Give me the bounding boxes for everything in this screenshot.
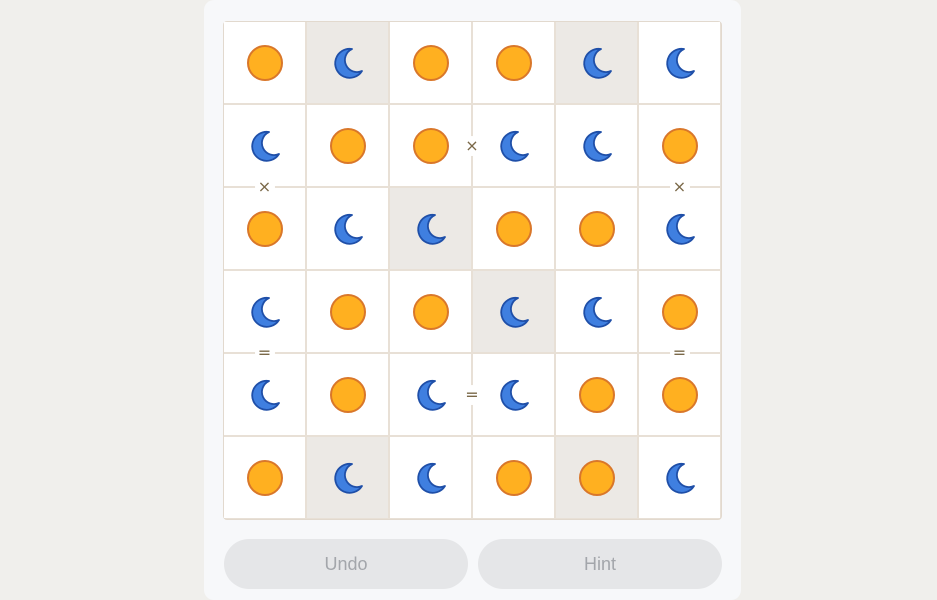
sun-icon [662,294,698,330]
moon-icon [666,213,695,245]
board-cell-r3-c5[interactable] [556,188,637,269]
board-cell-r2-c6[interactable] [639,105,720,186]
moon-icon [334,47,363,79]
sun-icon [413,45,449,81]
board-cell-r4-c5[interactable] [556,271,637,352]
moon-icon [500,296,529,328]
board-cell-r6-c3[interactable] [390,437,471,518]
board-cell-r4-c1[interactable] [224,271,305,352]
equal-constraint: = [462,384,482,405]
board-cell-r5-c3[interactable] [390,354,471,435]
equal-constraint: = [254,343,275,363]
moon-icon [251,130,280,162]
board-cell-r5-c4[interactable] [473,354,554,435]
sun-icon [579,377,615,413]
game-board: × × × = = = [223,21,722,520]
sun-icon [413,294,449,330]
board-cell-r3-c3 [390,188,471,269]
board-cell-r5-c1[interactable] [224,354,305,435]
hint-button[interactable]: Hint [478,539,722,589]
moon-icon [251,296,280,328]
board-cell-r2-c1[interactable] [224,105,305,186]
sun-icon [662,377,698,413]
board-cell-r6-c5 [556,437,637,518]
moon-icon [583,47,612,79]
board-cell-r6-c2 [307,437,388,518]
board-cell-r2-c3[interactable] [390,105,471,186]
moon-icon [251,379,280,411]
board-cell-r1-c3[interactable] [390,22,471,103]
board-cell-r2-c4[interactable] [473,105,554,186]
sun-icon [247,211,283,247]
board-cell-r1-c6[interactable] [639,22,720,103]
opposite-constraint: × [669,177,690,197]
board-cell-r1-c1[interactable] [224,22,305,103]
board-cell-r1-c2 [307,22,388,103]
moon-icon [334,462,363,494]
sun-icon [330,128,366,164]
opposite-constraint: × [254,177,275,197]
sun-icon [579,460,615,496]
board-cell-r4-c2[interactable] [307,271,388,352]
board-cell-r6-c1[interactable] [224,437,305,518]
sun-icon [579,211,615,247]
undo-button[interactable]: Undo [224,539,468,589]
moon-icon [583,296,612,328]
board-cell-r3-c2[interactable] [307,188,388,269]
sun-icon [330,294,366,330]
equal-constraint: = [669,343,690,363]
board-cell-r2-c5[interactable] [556,105,637,186]
board-cell-r1-c4[interactable] [473,22,554,103]
moon-icon [500,130,529,162]
board-cell-r4-c6[interactable] [639,271,720,352]
board-cell-r1-c5 [556,22,637,103]
moon-icon [334,213,363,245]
board-cell-r6-c6[interactable] [639,437,720,518]
board-cell-r3-c1[interactable] [224,188,305,269]
board-cell-r5-c5[interactable] [556,354,637,435]
moon-icon [500,379,529,411]
sun-icon [496,45,532,81]
board-cell-r2-c2[interactable] [307,105,388,186]
sun-icon [496,211,532,247]
sun-icon [413,128,449,164]
sun-icon [247,460,283,496]
board-cell-r4-c3[interactable] [390,271,471,352]
moon-icon [417,379,446,411]
board-cell-r4-c4 [473,271,554,352]
sun-icon [247,45,283,81]
sun-icon [496,460,532,496]
board-cell-r3-c6[interactable] [639,188,720,269]
opposite-constraint: × [462,135,482,156]
moon-icon [666,462,695,494]
sun-icon [330,377,366,413]
board-cell-r5-c6[interactable] [639,354,720,435]
moon-icon [417,462,446,494]
board-cell-r6-c4[interactable] [473,437,554,518]
moon-icon [666,47,695,79]
moon-icon [417,213,446,245]
board-cell-r5-c2[interactable] [307,354,388,435]
moon-icon [583,130,612,162]
board-cell-r3-c4[interactable] [473,188,554,269]
sun-icon [662,128,698,164]
